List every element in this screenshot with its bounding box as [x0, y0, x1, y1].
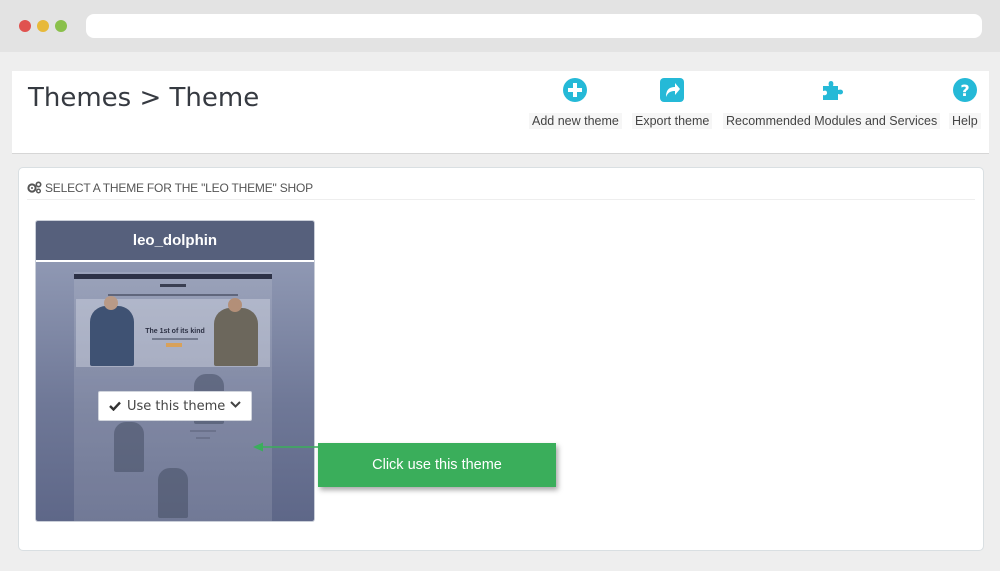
browser-bar: [0, 0, 1000, 52]
add-new-theme-label: Add new theme: [529, 113, 622, 129]
window-maximize-button[interactable]: [55, 20, 67, 32]
use-this-theme-label: Use this theme: [127, 398, 226, 414]
use-this-theme-button[interactable]: Use this theme: [98, 391, 252, 421]
preview-headline: The 1st of its kind: [145, 328, 205, 335]
svg-text:?: ?: [960, 81, 969, 100]
puzzle-icon: [819, 77, 845, 103]
theme-name: leo_dolphin: [36, 221, 314, 261]
add-new-theme-button[interactable]: Add new theme: [529, 77, 622, 129]
theme-preview-image: The 1st of its kind Use this theme: [36, 262, 314, 521]
recommended-modules-label: Recommended Modules and Services: [723, 113, 941, 129]
window-minimize-button[interactable]: [37, 20, 49, 32]
share-icon: [659, 77, 685, 103]
theme-selection-panel: SELECT A THEME FOR THE "LEO THEME" SHOP …: [18, 167, 984, 551]
export-theme-label: Export theme: [632, 113, 713, 129]
cogs-icon: [27, 181, 42, 194]
page: Themes > Theme Add new theme Export them…: [0, 52, 1000, 571]
page-header-toolbar: Themes > Theme Add new theme Export them…: [12, 71, 989, 154]
callout-arrow: [253, 442, 318, 452]
export-theme-button[interactable]: Export theme: [632, 77, 713, 129]
panel-heading-text: SELECT A THEME FOR THE "LEO THEME" SHOP: [45, 180, 313, 195]
instruction-callout: Click use this theme: [318, 443, 556, 487]
address-bar[interactable]: [86, 14, 982, 38]
help-button[interactable]: ? Help: [949, 77, 981, 129]
chevron-down-icon: [230, 401, 241, 408]
question-circle-icon: ?: [952, 77, 978, 103]
help-label: Help: [949, 113, 981, 129]
recommended-modules-button[interactable]: Recommended Modules and Services: [723, 77, 941, 129]
plus-circle-icon: [562, 77, 588, 103]
preview-model-right: [214, 298, 258, 366]
panel-heading: SELECT A THEME FOR THE "LEO THEME" SHOP: [27, 176, 975, 200]
check-icon: [109, 401, 121, 411]
window-close-button[interactable]: [19, 20, 31, 32]
theme-card[interactable]: leo_dolphin The 1st of its kind Use this…: [36, 221, 314, 521]
preview-model-left: [90, 296, 134, 366]
page-title: Themes > Theme: [28, 83, 260, 113]
